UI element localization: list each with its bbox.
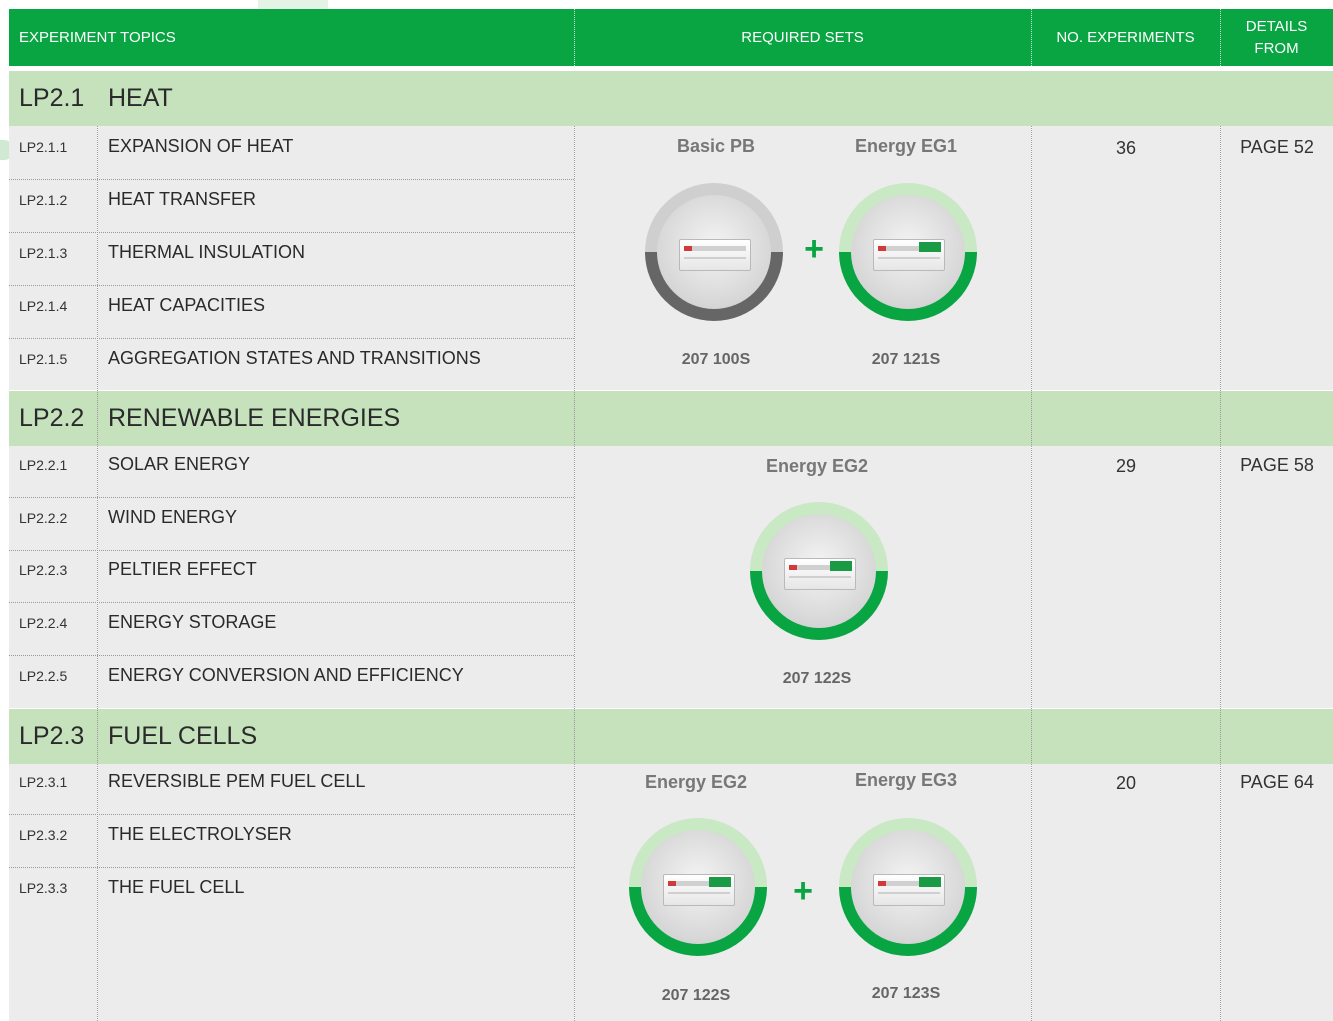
row-topic: AGGREGATION STATES AND TRANSITIONS — [108, 348, 481, 368]
kit-badge-energy-eg1 — [839, 183, 977, 321]
row-topic: REVERSIBLE PEM FUEL CELL — [108, 771, 366, 791]
experiment-count: 20 — [1115, 773, 1137, 793]
header-topics: EXPERIMENT TOPICS — [9, 9, 574, 66]
row-divider — [9, 497, 574, 498]
details-column — [1221, 126, 1333, 390]
header-topics-label: EXPERIMENT TOPICS — [19, 29, 176, 46]
row-topic: THE ELECTROLYSER — [108, 824, 292, 844]
experiments-column — [1032, 126, 1220, 390]
row-topic: HEAT CAPACITIES — [108, 295, 266, 315]
experiment-count: 29 — [1115, 456, 1137, 476]
row-topic: ENERGY CONVERSION AND EFFICIENCY — [108, 665, 464, 685]
row-topic: THE FUEL CELL — [108, 877, 245, 897]
kit-photo — [657, 195, 771, 309]
row-divider — [9, 338, 574, 339]
set-number: 207 100S — [681, 351, 751, 368]
kit-photo — [851, 830, 965, 944]
kit-badge-energy-eg2 — [750, 502, 888, 640]
kit-badge-basic-pb — [645, 183, 783, 321]
set-number: 207 122S — [782, 670, 852, 687]
set-number: 207 121S — [871, 351, 941, 368]
header-divider — [574, 9, 575, 66]
set-number: 207 123S — [871, 985, 941, 1002]
column-divider — [97, 126, 98, 1021]
row-code: LP2.1.1 — [19, 139, 68, 155]
details-column — [1221, 446, 1333, 708]
kit-badge-energy-eg3 — [839, 818, 977, 956]
row-code: LP2.1.5 — [19, 351, 68, 367]
header-divider — [1220, 9, 1221, 66]
row-code: LP2.3.1 — [19, 774, 68, 790]
details-column — [1221, 764, 1333, 1021]
row-code: LP2.1.4 — [19, 298, 68, 314]
row-code: LP2.2.1 — [19, 457, 68, 473]
row-topic: THERMAL INSULATION — [108, 242, 306, 262]
row-topic: SOLAR ENERGY — [108, 454, 251, 474]
section-title: HEAT — [108, 84, 173, 112]
row-code: LP2.1.3 — [19, 245, 68, 261]
row-topic: EXPANSION OF HEAT — [108, 136, 294, 156]
header-details: DETAILS FROM — [1220, 9, 1333, 66]
experiments-column — [1032, 446, 1220, 708]
row-code: LP2.2.5 — [19, 668, 68, 684]
row-divider — [9, 232, 574, 233]
row-divider — [9, 814, 574, 815]
row-topic: ENERGY STORAGE — [108, 612, 277, 632]
header-sets: REQUIRED SETS — [574, 9, 1031, 66]
section-code: LP2.3 — [19, 722, 85, 750]
details-page: PAGE 58 — [1240, 455, 1314, 475]
header-sets-label: REQUIRED SETS — [741, 29, 864, 46]
kit-photo — [851, 195, 965, 309]
experiment-count: 36 — [1115, 138, 1137, 158]
row-code: LP2.1.2 — [19, 192, 68, 208]
set-name: Energy EG3 — [854, 770, 958, 790]
row-code: LP2.2.3 — [19, 562, 68, 578]
row-divider — [9, 655, 574, 656]
set-name: Basic PB — [676, 136, 756, 156]
row-topic: PELTIER EFFECT — [108, 559, 257, 579]
column-divider — [574, 126, 575, 1021]
details-page: PAGE 52 — [1240, 137, 1314, 157]
kit-badge-energy-eg2 — [629, 818, 767, 956]
kit-photo — [762, 514, 876, 628]
row-divider — [9, 179, 574, 180]
row-code: LP2.2.2 — [19, 510, 68, 526]
column-divider — [1031, 126, 1032, 1021]
details-page: PAGE 64 — [1240, 772, 1314, 792]
row-divider — [9, 550, 574, 551]
section-code: LP2.2 — [19, 404, 85, 432]
header-experiments-label: NO. EXPERIMENTS — [1056, 29, 1195, 46]
set-name: Energy EG1 — [854, 136, 958, 156]
section-title: RENEWABLE ENERGIES — [108, 404, 401, 432]
experiments-column — [1032, 764, 1220, 1021]
set-number: 207 122S — [661, 987, 731, 1004]
row-divider — [9, 867, 574, 868]
row-code: LP2.3.2 — [19, 827, 68, 843]
row-topic: WIND ENERGY — [108, 507, 238, 527]
row-divider — [9, 285, 574, 286]
row-code: LP2.2.4 — [19, 615, 68, 631]
row-code: LP2.3.3 — [19, 880, 68, 896]
kit-photo — [641, 830, 755, 944]
top-edge-mark — [258, 0, 328, 9]
set-name: Energy EG2 — [765, 456, 869, 476]
header-details-line1: DETAILS — [1245, 17, 1308, 35]
row-topic: HEAT TRANSFER — [108, 189, 257, 209]
plus-icon: + — [804, 230, 824, 268]
header-details-line2: FROM — [1254, 39, 1299, 57]
header-divider — [1031, 9, 1032, 66]
section-title: FUEL CELLS — [108, 722, 258, 750]
header-experiments: NO. EXPERIMENTS — [1031, 9, 1220, 66]
section-band-heat — [9, 71, 1333, 126]
plus-icon: + — [793, 872, 813, 910]
set-name: Energy EG2 — [644, 772, 748, 792]
section-code: LP2.1 — [19, 84, 85, 112]
column-divider — [1220, 126, 1221, 1021]
row-divider — [9, 602, 574, 603]
